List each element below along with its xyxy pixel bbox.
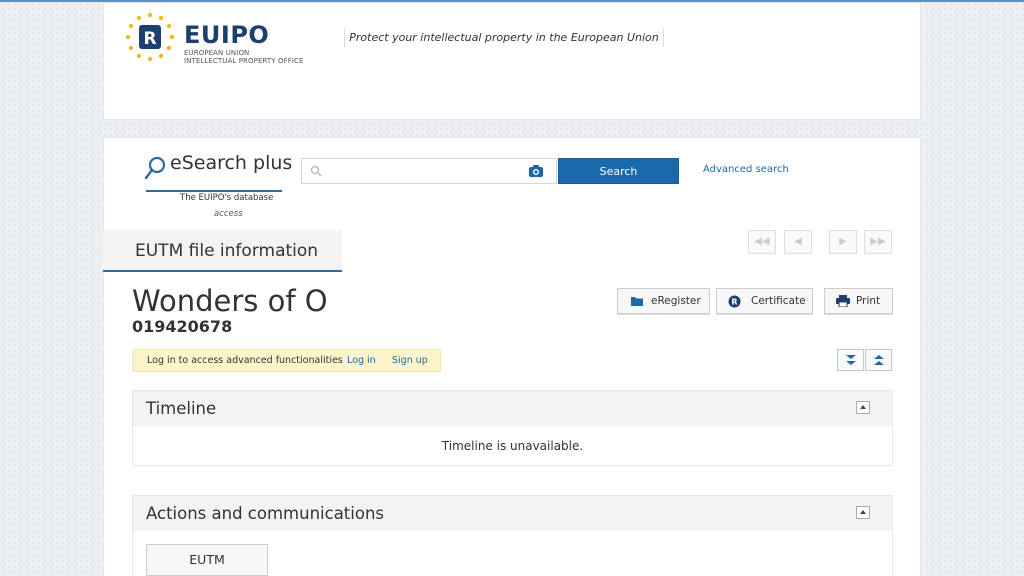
last-record-button[interactable]: ▶▶	[864, 230, 892, 254]
svg-text:R: R	[731, 298, 737, 307]
print-label: Print	[856, 295, 881, 307]
esearch-subtitle-2: access	[214, 209, 243, 219]
certificate-label: Certificate	[751, 295, 806, 307]
tab-label: EUTM file information	[135, 241, 319, 261]
actions-communications-section: Actions and communications EUTM	[132, 495, 893, 576]
tagline: Protect your intellectual property in th…	[344, 25, 664, 51]
next-record-button[interactable]: ▶	[829, 230, 857, 254]
timeline-collapse-button[interactable]	[856, 401, 870, 414]
advanced-search-link[interactable]: Advanced search	[703, 164, 789, 175]
timeline-section-header[interactable]: Timeline	[133, 391, 892, 426]
eregister-button[interactable]: eRegister	[617, 288, 710, 314]
search-icon	[310, 165, 322, 177]
login-notice: Log in to access advanced functionalitie…	[132, 349, 441, 372]
esearch-subtitle: The EUIPO's database	[180, 193, 274, 203]
double-chevron-down-icon	[846, 355, 856, 365]
camera-icon[interactable]	[528, 164, 544, 178]
registered-icon: R	[728, 295, 741, 308]
collapse-all-button[interactable]	[865, 349, 892, 371]
search-button[interactable]: Search	[558, 158, 679, 184]
magnifier-icon	[144, 156, 166, 180]
euipo-logo[interactable]: R EUIPO EUROPEAN UNION INTELLECTUAL PROP…	[124, 11, 324, 67]
print-button[interactable]: Print	[824, 288, 893, 314]
actions-title: Actions and communications	[146, 504, 385, 523]
logo-word-ipo: IPO	[220, 21, 270, 49]
signup-link[interactable]: Sign up	[392, 350, 428, 371]
actions-section-header[interactable]: Actions and communications	[133, 496, 892, 531]
logo-wordmark: EUIPO	[184, 23, 269, 47]
folder-icon	[631, 297, 643, 306]
esearch-brand[interactable]: eSearch plus The EUIPO's database access	[144, 150, 294, 219]
previous-record-button[interactable]: ◀	[784, 230, 812, 254]
login-link[interactable]: Log in	[347, 350, 376, 371]
eregister-label: eRegister	[651, 295, 701, 307]
search-input[interactable]	[328, 161, 518, 181]
trademark-number: 019420678	[132, 317, 233, 336]
logo-subtitle-1: EUROPEAN UNION	[184, 49, 250, 57]
first-record-button[interactable]: ◀◀	[748, 230, 776, 254]
login-notice-message: Log in to access advanced functionalitie…	[147, 355, 343, 366]
eu-stars-emblem-icon: R	[125, 12, 175, 62]
eutm-button[interactable]: EUTM	[146, 544, 268, 576]
actions-collapse-button[interactable]	[856, 506, 870, 519]
svg-text:R: R	[143, 29, 156, 49]
printer-icon	[836, 295, 850, 307]
site-header: R EUIPO EUROPEAN UNION INTELLECTUAL PROP…	[103, 2, 921, 120]
timeline-title: Timeline	[146, 399, 217, 418]
tab-eutm-file-information[interactable]: EUTM file information	[103, 230, 342, 272]
logo-subtitle-2: INTELLECTUAL PROPERTY OFFICE	[184, 57, 304, 65]
timeline-unavailable-message: Timeline is unavailable.	[441, 439, 584, 453]
certificate-button[interactable]: R Certificate	[716, 288, 813, 314]
timeline-section: Timeline Timeline is unavailable.	[132, 390, 893, 466]
search-box	[301, 158, 557, 184]
main-content: eSearch plus The EUIPO's database access…	[103, 137, 921, 576]
trademark-name: Wonders of O	[132, 284, 328, 318]
expand-all-button[interactable]	[837, 349, 864, 371]
esearch-title: eSearch plus	[170, 152, 293, 174]
double-chevron-up-icon	[874, 355, 884, 365]
logo-word-eu: EU	[184, 21, 221, 49]
esearch-underline	[146, 190, 282, 192]
